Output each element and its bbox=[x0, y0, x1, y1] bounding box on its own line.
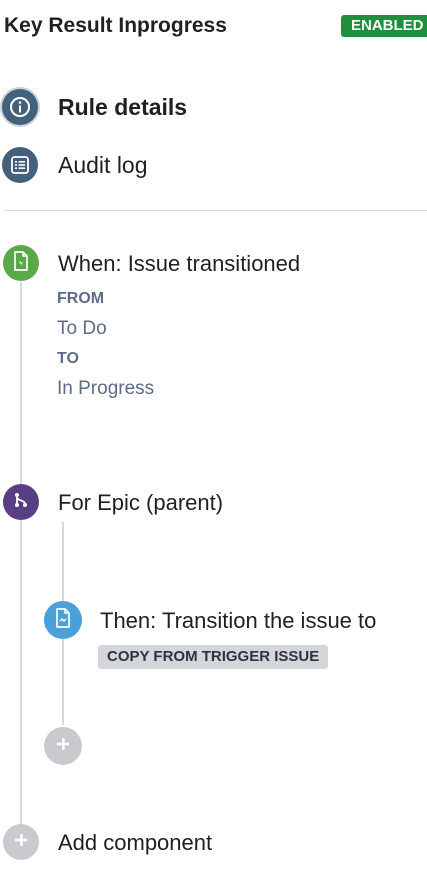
nav-label-audit-log: Audit log bbox=[58, 151, 148, 178]
add-component-button[interactable] bbox=[3, 824, 39, 860]
info-icon bbox=[2, 89, 38, 125]
rule-title: Key Result Inprogress bbox=[4, 14, 227, 37]
main-connector-line bbox=[20, 282, 22, 824]
to-value: In Progress bbox=[57, 378, 155, 399]
to-label: TO bbox=[57, 350, 79, 367]
list-icon bbox=[2, 147, 38, 183]
nav-item-audit-log[interactable]: Audit log bbox=[2, 147, 148, 183]
plus-icon bbox=[55, 736, 71, 757]
status-badge: ENABLED bbox=[341, 15, 427, 37]
plus-icon bbox=[13, 832, 29, 853]
from-label: FROM bbox=[57, 290, 105, 307]
trigger-label[interactable]: When: Issue transitioned bbox=[58, 251, 300, 277]
add-component-label[interactable]: Add component bbox=[58, 830, 212, 856]
add-branch-action-button[interactable] bbox=[44, 727, 82, 765]
branch-icon bbox=[11, 490, 31, 515]
action-node[interactable] bbox=[44, 601, 82, 639]
trigger-node[interactable] bbox=[3, 245, 39, 281]
lightning-doc-icon bbox=[11, 250, 31, 277]
doc-edit-icon bbox=[53, 607, 73, 634]
from-value: To Do bbox=[57, 318, 107, 339]
branch-node[interactable] bbox=[3, 484, 39, 520]
action-label[interactable]: Then: Transition the issue to bbox=[100, 608, 376, 634]
nav-label-rule-details: Rule details bbox=[58, 93, 188, 120]
action-value-lozenge: COPY FROM TRIGGER ISSUE bbox=[98, 645, 329, 669]
branch-label[interactable]: For Epic (parent) bbox=[58, 490, 223, 516]
divider bbox=[4, 210, 427, 211]
nav-item-rule-details[interactable]: Rule details bbox=[2, 89, 187, 125]
